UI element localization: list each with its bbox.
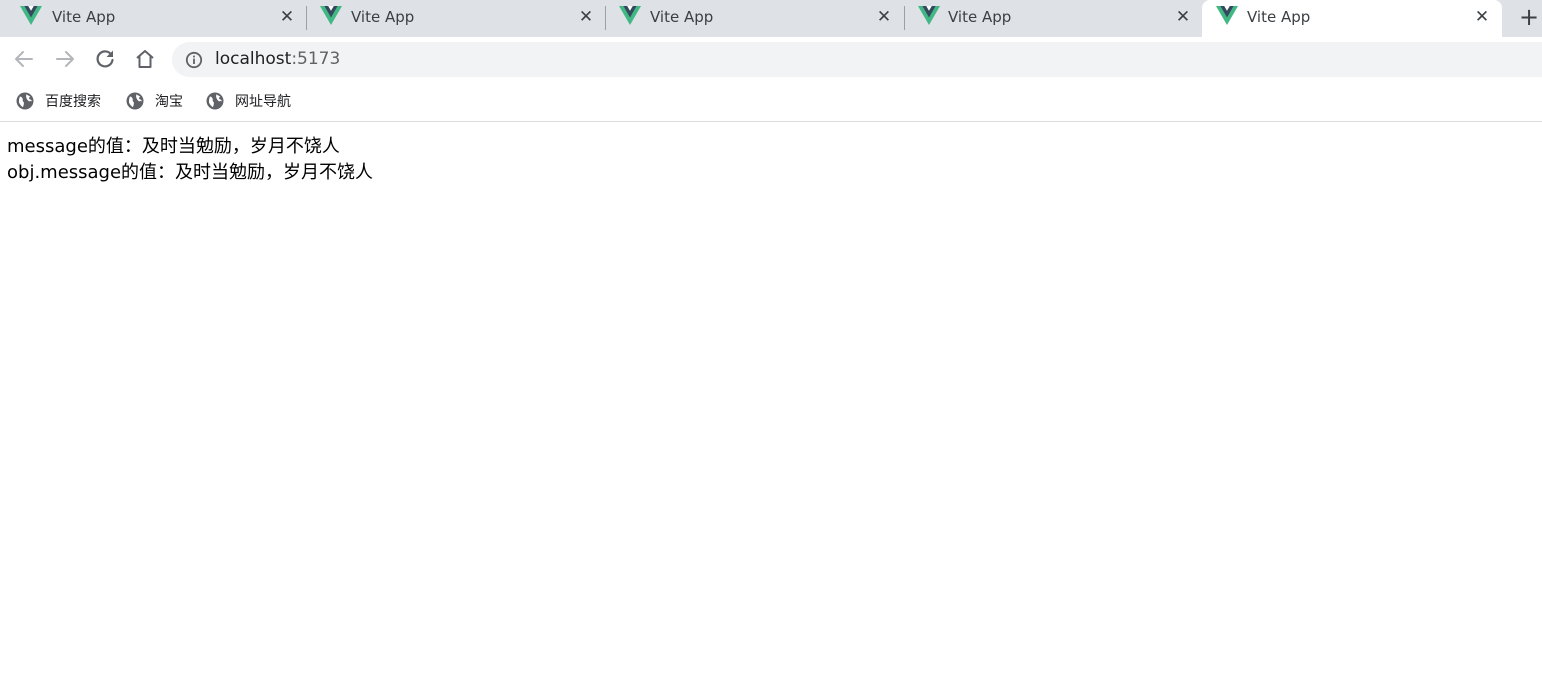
globe-icon xyxy=(206,92,224,110)
close-icon[interactable]: ✕ xyxy=(278,8,296,26)
globe-icon xyxy=(16,92,34,110)
plus-icon[interactable]: + xyxy=(1516,4,1542,30)
tab-title: Vite App xyxy=(650,8,714,26)
vue-logo-icon xyxy=(918,6,940,25)
close-icon[interactable]: ✕ xyxy=(577,8,595,26)
obj-message-line: obj.message的值：及时当勉励，岁月不饶人 xyxy=(7,162,374,183)
info-icon[interactable] xyxy=(185,51,203,69)
browser-tab-active[interactable]: Vite App ✕ xyxy=(1202,0,1502,37)
reload-button[interactable] xyxy=(93,47,117,71)
close-icon[interactable]: ✕ xyxy=(875,8,893,26)
browser-tab[interactable]: Vite App ✕ xyxy=(306,0,606,37)
globe-icon xyxy=(126,92,144,110)
home-button[interactable] xyxy=(133,47,157,71)
page-content: message的值：及时当勉励，岁月不饶人 obj.message的值：及时当勉… xyxy=(7,134,373,186)
close-icon[interactable]: ✕ xyxy=(1174,8,1192,26)
tab-strip: Vite App ✕ Vite App ✕ Vite App ✕ Vite Ap… xyxy=(0,0,1542,37)
bookmark-label: 网址导航 xyxy=(235,94,291,110)
close-icon[interactable]: ✕ xyxy=(1473,8,1491,26)
url-port: :5173 xyxy=(291,49,341,69)
forward-button[interactable] xyxy=(53,47,77,71)
arrow-right-icon xyxy=(56,51,74,67)
bookmark-label: 淘宝 xyxy=(155,94,183,110)
home-icon xyxy=(136,50,154,68)
url-text[interactable]: localhost:5173 xyxy=(215,49,340,70)
bookmark-taobao[interactable]: 淘宝 xyxy=(126,91,183,111)
bookmarks-bar: 百度搜索 淘宝 网址导航 xyxy=(0,82,1542,122)
address-bar[interactable]: localhost:5173 xyxy=(172,42,1542,77)
browser-toolbar: localhost:5173 xyxy=(0,37,1542,82)
vue-logo-icon xyxy=(619,6,641,25)
bookmark-baidu[interactable]: 百度搜索 xyxy=(16,91,101,111)
tab-title: Vite App xyxy=(351,8,415,26)
bookmark-label: 百度搜索 xyxy=(45,94,101,110)
browser-tab[interactable]: Vite App ✕ xyxy=(904,0,1202,37)
vue-logo-icon xyxy=(320,6,342,25)
bookmark-url-navigation[interactable]: 网址导航 xyxy=(206,91,291,111)
message-line: message的值：及时当勉励，岁月不饶人 xyxy=(7,136,340,157)
browser-tab[interactable]: Vite App ✕ xyxy=(0,0,307,37)
tab-title: Vite App xyxy=(1247,8,1311,26)
vue-logo-icon xyxy=(20,6,42,25)
browser-tab[interactable]: Vite App ✕ xyxy=(605,0,905,37)
arrow-left-icon xyxy=(15,51,33,67)
tab-title: Vite App xyxy=(52,8,116,26)
back-button[interactable] xyxy=(12,47,36,71)
vue-logo-icon xyxy=(1216,6,1238,25)
reload-icon xyxy=(96,50,114,68)
url-host: localhost xyxy=(215,49,292,69)
tab-title: Vite App xyxy=(948,8,1012,26)
